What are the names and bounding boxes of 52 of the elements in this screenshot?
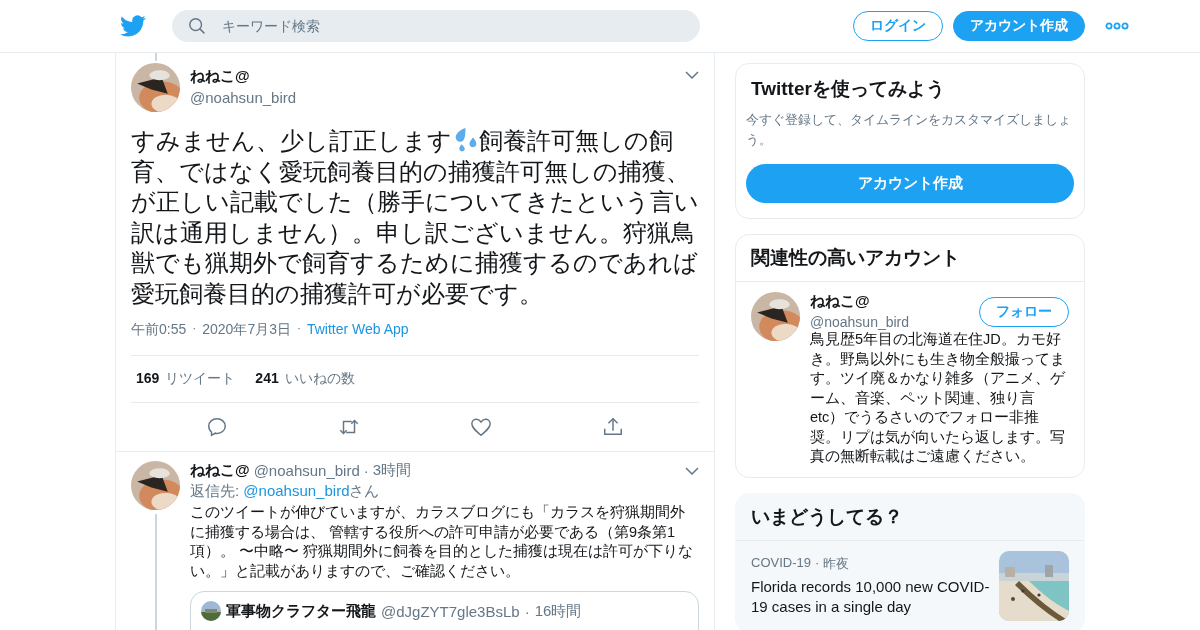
reply-icon[interactable] — [206, 416, 228, 438]
tweet-text: すみません、少し訂正します — [131, 128, 452, 154]
share-icon[interactable] — [602, 416, 624, 438]
separator-dot: · — [524, 602, 530, 620]
search-icon — [188, 17, 206, 35]
reply-to-suffix: さん — [349, 482, 380, 499]
separator-dot: · — [296, 321, 301, 337]
tweet-time: 午前0:55 — [131, 321, 187, 339]
card-title: いまどうしてる？ — [736, 493, 1084, 541]
card-title: Twitterを使ってみよう — [751, 77, 946, 101]
tweet-text: 飼養許可無しの飼 — [479, 128, 673, 154]
signup-button[interactable]: アカウント作成 — [746, 164, 1074, 203]
reply-to-label: 返信先: — [190, 482, 241, 499]
signup-button[interactable]: アカウント作成 — [953, 11, 1085, 41]
reply-time: 3時間 — [372, 461, 412, 480]
search-field[interactable]: キーワード検索 — [172, 10, 700, 42]
bird-logo-icon[interactable] — [120, 13, 146, 39]
trend-category: COVID-19 — [751, 554, 811, 572]
user-name: ねねこ@ — [190, 461, 250, 480]
trend-item[interactable]: COVID-19 · 昨夜 Florida records 10,000 new COVID-19 cases in a single day — [736, 540, 1084, 630]
stat-count[interactable]: 241 — [255, 370, 279, 388]
caret-icon[interactable] — [685, 71, 699, 79]
tweet-text: 育、ではなく愛玩飼養目的の捕獲許可無しの捕獲、が正しい記載でした（勝手についてきたという言い訳は通用しません）。申し訳ございません。狩猟鳥獣でも猟期外で飼育するために捕獲するのであれば愛玩飼養目的の捕獲許可が必要です。 — [131, 157, 700, 309]
follow-button[interactable]: フォロー — [979, 297, 1069, 327]
user-handle: @noahsun_bird — [190, 89, 297, 106]
user-handle: @noahsun_bird — [810, 314, 910, 330]
card-title: 関連性の高いアカウント — [736, 235, 1084, 282]
mention-link[interactable]: @noahsun_bird — [243, 482, 350, 499]
separator-dot: · — [363, 462, 369, 479]
more-icon[interactable] — [1105, 22, 1129, 30]
user-name: ねねこ@ — [810, 292, 871, 311]
user-name: ねねこ@ — [190, 67, 251, 86]
tweet-date: 2020年7月3日 — [202, 321, 291, 339]
quoted-time: 16時間 — [534, 601, 582, 621]
stat-count[interactable]: 169 — [136, 370, 160, 388]
user-handle: @noahsun_bird — [253, 462, 360, 479]
trend-headline: Florida records 10,000 new COVID-19 cases in a single day — [751, 576, 991, 617]
caret-icon[interactable] — [685, 466, 699, 475]
separator-dot: · — [814, 554, 820, 572]
login-button[interactable]: ログイン — [853, 11, 943, 41]
separator-dot: · — [192, 321, 197, 337]
stat-label[interactable]: いいねの数 — [284, 370, 355, 388]
reply-text: このツイートが伸びていますが、カラスブログにも「カラスを狩猟期間外に捕獲する場合は、 管轄する役所への許可申請が必要である（第9条第1項）。 〜中略〜 狩猟期間外に飼養を目的とした捕獲は現在は許可が下りない。」と記載がありますので、ご確認ください。 — [190, 503, 695, 581]
trend-time: 昨夜 — [823, 554, 850, 573]
quoted-tweet[interactable]: 軍事物クラフター飛龍 @dJgZYT7gle3BsLb · 16時間 — [190, 591, 699, 630]
quoted-user-name: 軍事物クラフター飛龍 — [226, 601, 376, 621]
source-link[interactable]: Twitter Web App — [306, 321, 409, 339]
stat-label[interactable]: リツイート — [165, 370, 236, 388]
quoted-user-handle: @dJgZYT7gle3BsLb — [381, 602, 520, 620]
card-text: 今すぐ登録して、タイムラインをカスタマイズしましょう。 — [746, 111, 1072, 149]
heart-icon[interactable] — [470, 416, 492, 438]
user-bio: 鳥見歴5年目の北海道在住JD。カモ好き。野鳥以外にも生き物全般撮ってます。ツイ廃＆かなり雑多（アニメ、ゲーム、音楽、ペット関連、独り言etc）でうるさいのでフォロー非推奨。リプは気が向いたら返します。写真の無断転載はご遠慮ください。 — [810, 330, 1067, 466]
